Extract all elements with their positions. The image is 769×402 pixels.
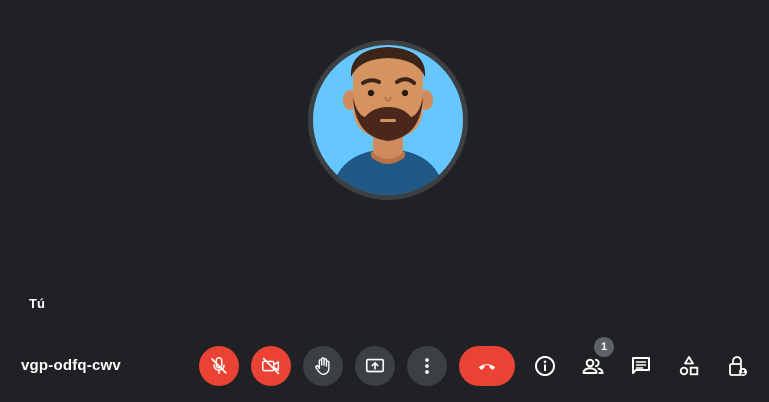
present-screen-icon — [365, 358, 385, 373]
activities-icon — [679, 356, 699, 376]
participant-avatar — [308, 40, 468, 200]
meeting-details-button[interactable] — [525, 346, 565, 386]
microphone-toggle-button[interactable] — [199, 346, 239, 386]
participant-count-badge: 1 — [594, 337, 614, 357]
raise-hand-icon — [315, 357, 330, 375]
video-stage: Tú — [0, 0, 769, 330]
present-screen-button[interactable] — [355, 346, 395, 386]
activities-button[interactable] — [669, 346, 709, 386]
chat-button[interactable] — [621, 346, 661, 386]
camera-toggle-button[interactable] — [251, 346, 291, 386]
host-controls-lock-icon — [729, 356, 747, 376]
more-options-icon — [425, 358, 429, 374]
avatar-illustration — [313, 45, 463, 195]
chat-icon — [632, 357, 650, 374]
more-options-button[interactable] — [407, 346, 447, 386]
host-controls-button[interactable] — [717, 346, 757, 386]
end-call-button[interactable] — [459, 346, 515, 386]
raise-hand-button[interactable] — [303, 346, 343, 386]
meeting-code: vgp-odfq-cwv — [21, 357, 121, 374]
info-icon — [535, 356, 555, 376]
camera-off-icon — [262, 357, 280, 375]
mic-off-icon — [211, 357, 227, 375]
participant-name-label: Tú — [29, 296, 45, 311]
people-icon — [582, 358, 604, 374]
end-call-icon — [478, 364, 496, 370]
